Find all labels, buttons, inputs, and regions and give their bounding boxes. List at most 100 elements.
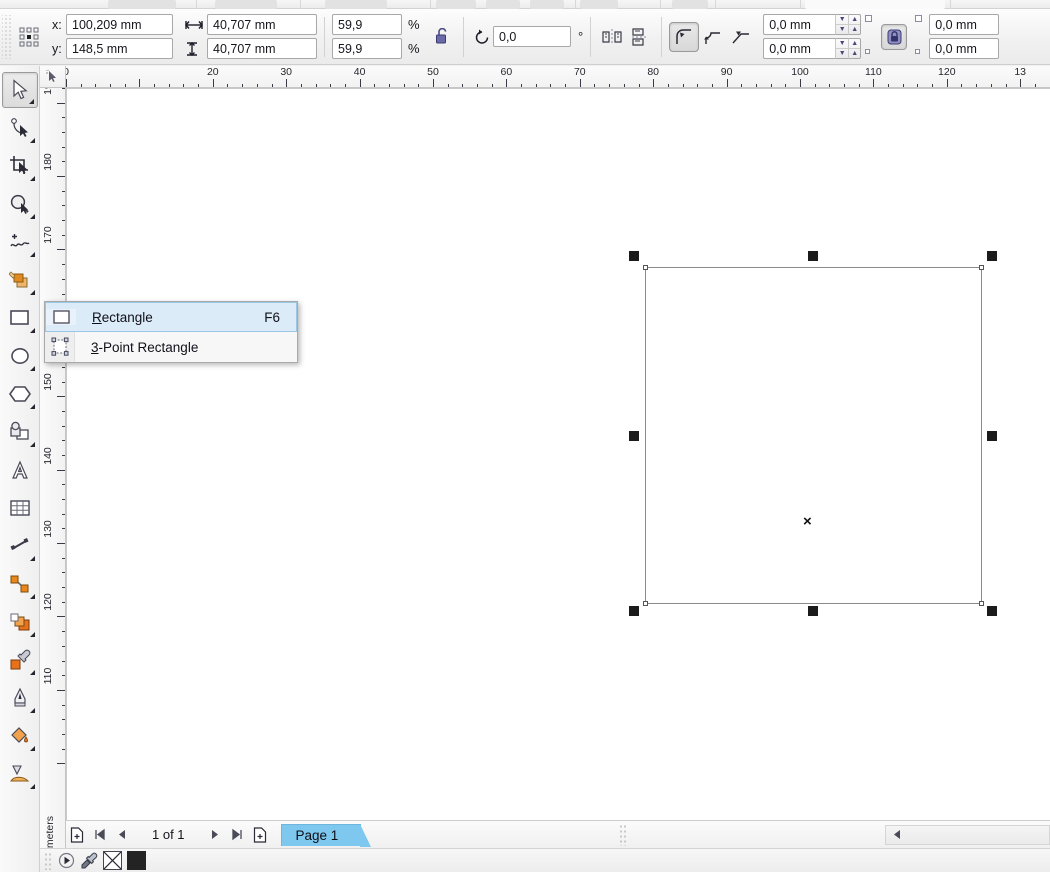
next-page-button[interactable] <box>205 824 227 846</box>
ruler-label: 60 <box>500 66 513 78</box>
toolbox-item-outline-tool[interactable] <box>2 680 38 716</box>
ruler-origin-corner[interactable] <box>40 66 66 88</box>
horizontal-ruler[interactable]: 0 20 30 40 50 60 70 80 90 100 110 120 13 <box>40 66 1050 88</box>
toolbox-item-text-tool[interactable] <box>2 452 38 488</box>
toolbox-item-shape-tool[interactable] <box>2 110 38 146</box>
corner-radius-3-input[interactable]: 0,0 mm <box>929 14 1000 35</box>
corner-radius-4-input[interactable]: 0,0 mm <box>929 38 1000 59</box>
rect-node-top-right[interactable] <box>979 265 984 270</box>
corner-radius-1-spinner-down[interactable]: ▼ ▼ <box>835 14 849 35</box>
rect-node-top-left[interactable] <box>643 265 648 270</box>
flyout-item-3-point-rectangle[interactable]: 3-Point Rectangle <box>45 332 297 362</box>
status-eyedropper-button[interactable] <box>80 852 98 870</box>
property-bar-grip[interactable] <box>2 14 12 59</box>
rect-node-bottom-right[interactable] <box>979 601 984 606</box>
ruler-tick <box>62 660 65 662</box>
round-corner-button[interactable] <box>669 21 700 52</box>
toolbox-item-ellipse-tool[interactable] <box>2 338 38 374</box>
ruler-tick <box>242 84 244 87</box>
selection-handle-top-center[interactable] <box>808 251 818 261</box>
previous-page-icon <box>118 830 125 839</box>
vertical-arrows-icon <box>187 41 197 56</box>
upper-toolbar-sliver <box>0 0 1050 9</box>
scalloped-corner-button[interactable] <box>699 24 727 50</box>
selection-handle-bottom-center[interactable] <box>808 606 818 616</box>
lock-corners-icon <box>887 29 902 44</box>
toolbox-item-connector-tool[interactable] <box>2 566 38 602</box>
ruler-tick <box>95 84 97 87</box>
toolbox-item-zoom-tool[interactable] <box>2 186 38 222</box>
height-input[interactable]: 40,707 mm <box>207 38 317 59</box>
first-page-button[interactable] <box>88 824 110 846</box>
drawing-canvas[interactable]: × <box>66 88 1050 820</box>
toolbox <box>0 66 40 872</box>
outline-color-swatch[interactable] <box>127 851 146 870</box>
eyedropper-icon <box>10 649 31 670</box>
fill-color-swatch-none[interactable] <box>103 851 122 870</box>
toolbox-item-table-tool[interactable] <box>2 490 38 526</box>
position-x-input[interactable]: 100,209 mm <box>66 14 173 35</box>
status-bar-grip[interactable] <box>44 851 53 870</box>
scrollbar-grip[interactable] <box>618 823 628 846</box>
toolbox-item-freehand-tool[interactable] <box>2 224 38 260</box>
vertical-ruler[interactable]: millimeters 19 180 170 150 140 130 120 110 <box>40 66 66 872</box>
corner-radius-2-spinner-up[interactable]: ▲ ▲ <box>848 38 862 59</box>
corner-radius-2-spinner-down[interactable]: ▼ ▼ <box>835 38 849 59</box>
ruler-label: 120 <box>42 593 54 612</box>
previous-page-button[interactable] <box>110 824 132 846</box>
toolbox-item-crop-tool[interactable] <box>2 148 38 184</box>
corner-indicator-top-left <box>861 14 879 35</box>
add-page-before-button[interactable] <box>66 824 88 846</box>
scale-vertical-input[interactable]: 59,9 <box>332 38 402 59</box>
toolbox-item-basic-shapes-tool[interactable] <box>2 414 38 450</box>
selected-rectangle-object[interactable] <box>643 265 984 606</box>
corner-radius-fields-left: 0,0 mm ▼ ▼ ▲ ▲ 0,0 mm ▼ ▼ ▲ ▲ <box>763 12 879 62</box>
selection-handle-middle-right[interactable] <box>987 431 997 441</box>
corner-radius-2-input[interactable]: 0,0 mm <box>763 38 836 59</box>
rotation-angle-input[interactable]: 0,0 <box>493 26 571 47</box>
horizontal-scrollbar[interactable] <box>884 824 1050 845</box>
add-page-after-button[interactable] <box>249 824 271 846</box>
scroll-left-arrow-icon[interactable] <box>886 829 908 840</box>
selection-handle-bottom-right[interactable] <box>987 606 997 616</box>
toolbox-item-blend-tool[interactable] <box>2 604 38 640</box>
toolbox-item-eyedropper-tool[interactable] <box>2 642 38 678</box>
toolbox-item-dimension-tool[interactable] <box>2 528 38 564</box>
last-page-button[interactable] <box>227 824 249 846</box>
flyout-item-rectangle[interactable]: Rectangle F6 <box>45 302 297 332</box>
rect-node-bottom-left[interactable] <box>643 601 648 606</box>
corner-radius-1-spinner-up[interactable]: ▲ ▲ <box>848 14 862 35</box>
mirror-vertically-button[interactable] <box>626 24 654 50</box>
lock-ratio-button[interactable] <box>428 24 456 50</box>
scale-vertical-unit: % <box>408 41 420 56</box>
toolbox-item-rectangle-tool[interactable] <box>2 300 38 336</box>
selection-handle-top-left[interactable] <box>629 251 639 261</box>
ruler-tick <box>932 84 934 87</box>
ruler-tick <box>62 499 65 501</box>
width-input[interactable]: 40,707 mm <box>207 14 317 35</box>
toolbox-item-polygon-tool[interactable] <box>2 376 38 412</box>
toolbox-item-pick-tool[interactable] <box>2 72 38 108</box>
selection-handle-middle-left[interactable] <box>629 431 639 441</box>
position-y-input[interactable]: 148,5 mm <box>66 38 173 59</box>
selection-handle-bottom-left[interactable] <box>629 606 639 616</box>
edit-corners-together-button[interactable] <box>881 23 908 50</box>
toolbox-item-smart-fill-tool[interactable] <box>2 262 38 298</box>
play-icon <box>58 852 75 869</box>
toolbox-item-interactive-fill-tool[interactable] <box>2 756 38 792</box>
selection-handle-top-right[interactable] <box>987 251 997 261</box>
ruler-tick <box>770 84 772 87</box>
interactive-fill-icon <box>10 765 30 782</box>
corner-radius-1-input[interactable]: 0,0 mm <box>763 14 836 35</box>
object-origin-selector[interactable] <box>14 22 44 52</box>
page-tab-page-1[interactable]: Page 1 <box>280 823 372 847</box>
toolbox-item-fill-tool[interactable] <box>2 718 38 754</box>
scale-horizontal-input[interactable]: 59,9 <box>332 14 402 35</box>
chamfered-corner-button[interactable] <box>727 24 755 50</box>
play-button[interactable] <box>58 852 75 869</box>
unlock-icon <box>436 28 447 44</box>
mirror-horizontally-button[interactable] <box>598 24 626 50</box>
ruler-tick <box>62 117 65 119</box>
add-page-icon <box>253 826 266 843</box>
ellipse-icon <box>11 348 29 364</box>
